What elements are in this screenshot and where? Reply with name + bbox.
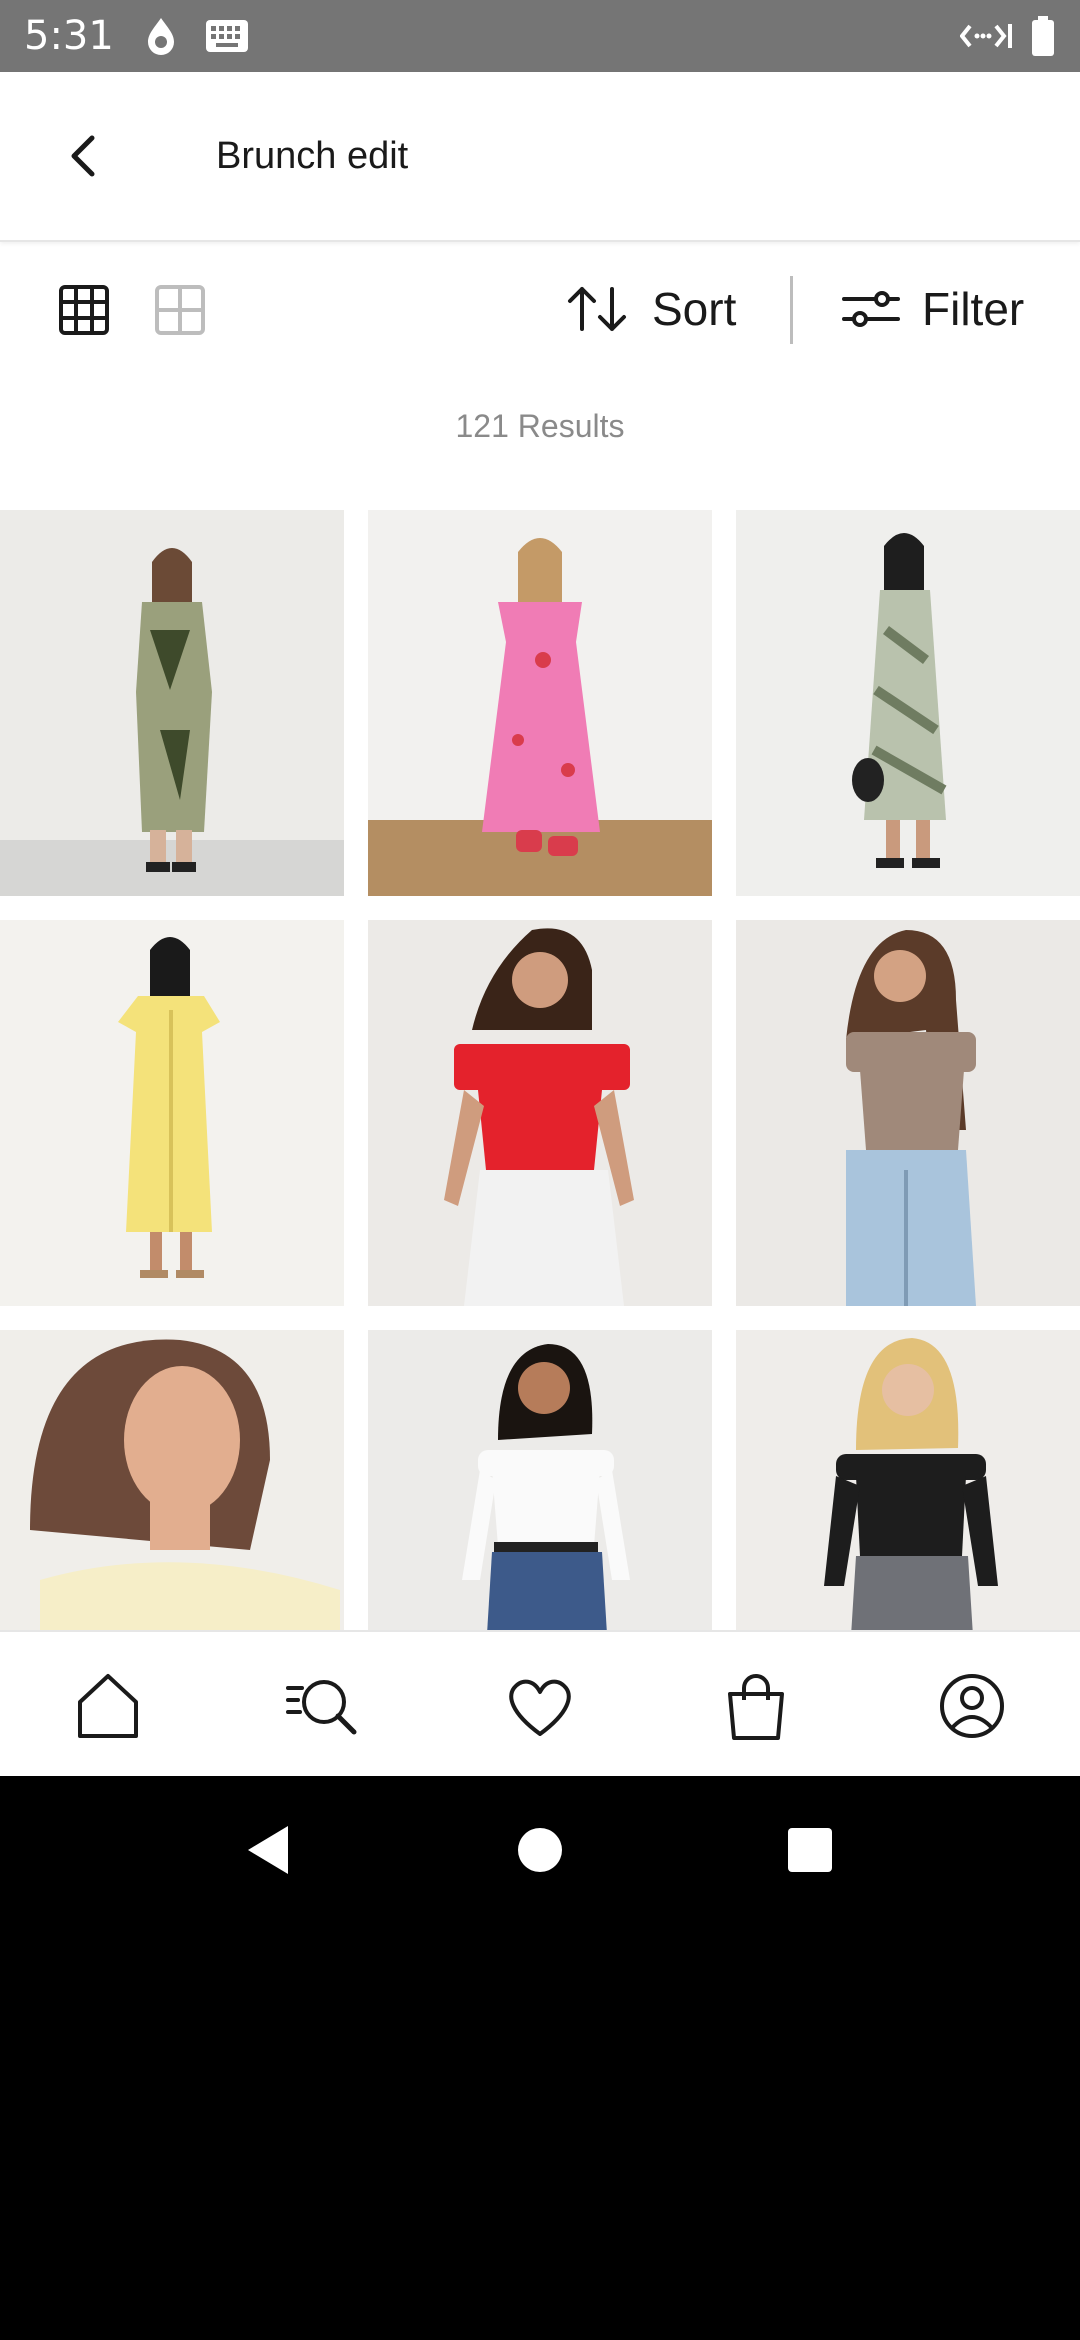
home-circle-icon: [518, 1828, 562, 1872]
product-image: [736, 1330, 1080, 1630]
battery-icon: [1030, 14, 1056, 63]
nav-home[interactable]: [68, 1666, 148, 1746]
product-image: [368, 510, 712, 896]
bottom-nav: [0, 1630, 1080, 1778]
home-icon: [78, 1674, 138, 1738]
product-image: [0, 510, 344, 896]
grid-3-view-button[interactable]: [58, 284, 110, 336]
product-tile-1[interactable]: [0, 510, 344, 896]
grid-3-icon: [59, 285, 109, 335]
sort-arrows-icon: [568, 287, 626, 331]
filter-button[interactable]: Filter: [842, 272, 1024, 346]
system-nav-bar: [0, 1776, 1080, 2340]
nav-bag[interactable]: [716, 1666, 796, 1746]
status-time: 5:31: [24, 13, 114, 59]
product-image: [368, 1330, 712, 1630]
status-bar: 5:31: [0, 0, 1080, 72]
product-tile-4[interactable]: [0, 920, 344, 1306]
account-icon: [940, 1674, 1004, 1738]
code-signal-icon: [959, 14, 1016, 63]
product-grid: [0, 510, 1080, 1630]
listing-toolbar: Sort Filter: [0, 242, 1080, 376]
nav-account[interactable]: [932, 1666, 1012, 1746]
product-image: [736, 920, 1080, 1306]
product-tile-5[interactable]: [368, 920, 712, 1306]
system-back-button[interactable]: [244, 1822, 292, 1883]
filter-label: Filter: [922, 283, 1025, 335]
back-triangle-icon: [248, 1826, 288, 1874]
search-icon: [286, 1680, 357, 1735]
system-recents-button[interactable]: [786, 1822, 834, 1883]
keyboard-icon: [204, 14, 250, 63]
nav-search[interactable]: [284, 1666, 364, 1746]
bag-icon: [728, 1674, 784, 1740]
product-image: [0, 920, 344, 1306]
product-tile-8[interactable]: [368, 1330, 712, 1630]
product-image: [736, 510, 1080, 896]
filter-sliders-icon: [842, 291, 900, 327]
recents-square-icon: [788, 1828, 832, 1872]
grid-2-view-button[interactable]: [154, 284, 206, 336]
app-header: Brunch edit: [0, 72, 1080, 242]
sort-label: Sort: [652, 283, 737, 335]
wishlist-heart-icon: [509, 1679, 571, 1736]
toolbar-divider: [790, 276, 793, 344]
product-tile-9[interactable]: [736, 1330, 1080, 1630]
product-tile-6[interactable]: [736, 920, 1080, 1306]
results-count: 121 Results: [455, 408, 625, 444]
drop-icon: [142, 14, 180, 63]
product-image: [368, 920, 712, 1306]
nav-wishlist[interactable]: [500, 1666, 580, 1746]
grid-2-icon: [155, 285, 205, 335]
product-image: [0, 1330, 344, 1630]
page-title: Brunch edit: [216, 135, 409, 177]
product-tile-3[interactable]: [736, 510, 1080, 896]
system-home-button[interactable]: [516, 1822, 564, 1883]
product-tile-7[interactable]: [0, 1330, 344, 1630]
chevron-left-icon: [71, 135, 95, 177]
sort-button[interactable]: Sort: [566, 272, 736, 346]
product-tile-2[interactable]: [368, 510, 712, 896]
back-button[interactable]: [58, 128, 108, 184]
